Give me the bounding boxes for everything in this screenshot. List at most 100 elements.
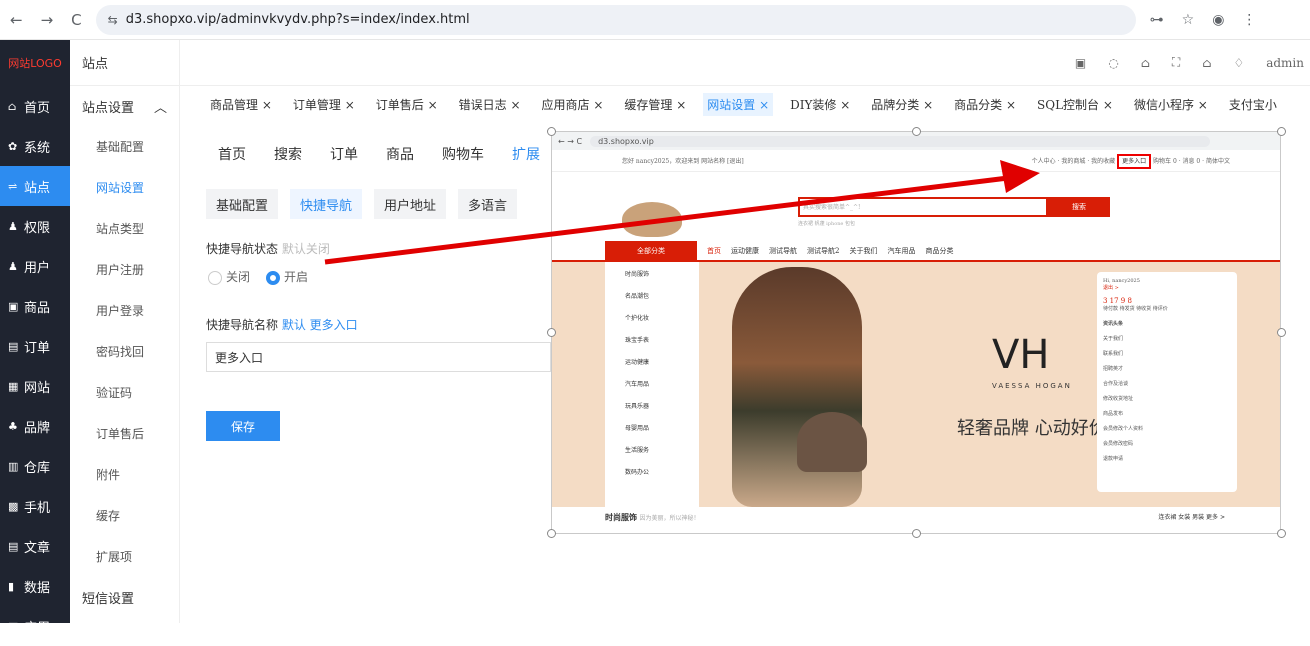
content-tab[interactable]: 订单 — [330, 144, 358, 174]
status-radio-group: 关闭 开启 — [208, 268, 308, 285]
sidebar-item[interactable]: ♣ 品牌 — [0, 406, 70, 446]
subnav-item[interactable]: 基础配置 — [70, 126, 179, 167]
resize-handle[interactable] — [912, 127, 921, 136]
subnav-group-sms[interactable]: 短信设置 — [70, 577, 179, 617]
content-tab[interactable]: 搜索 — [274, 144, 302, 174]
gear-icon: ✿ — [8, 139, 18, 153]
page-tab[interactable]: 微信小程序 × — [1130, 93, 1212, 116]
theme-icon[interactable]: ◌ — [1108, 56, 1118, 70]
subnav-item[interactable]: 网站设置 — [70, 167, 179, 208]
page-tab[interactable]: DIY装修 × — [786, 93, 854, 116]
shot-floor-header: 时尚服饰 因为美丽，所以神秘！ 连衣裙 女装 男装 更多 > — [605, 512, 1225, 522]
language-icon[interactable]: ▣ — [1075, 56, 1086, 70]
sidebar-item[interactable]: ⇌ 站点 — [0, 166, 70, 206]
radio-off[interactable]: 关闭 — [208, 268, 250, 285]
sidebar-item[interactable]: ▦ 网站 — [0, 366, 70, 406]
shop-mascot-logo — [622, 202, 682, 237]
sidebar-item-label: 应用 — [24, 620, 51, 636]
chart-icon: ▮ — [8, 579, 15, 593]
content-tab[interactable]: 扩展 — [512, 144, 540, 174]
home-icon[interactable]: ⌂ — [1202, 56, 1211, 70]
subnav-item[interactable]: 扩展项 — [70, 536, 179, 577]
content-tab[interactable]: 购物车 — [442, 144, 484, 174]
page-tab[interactable]: 网站设置 × — [703, 92, 774, 116]
admin-user[interactable]: admin — [1266, 56, 1304, 70]
subnav-item[interactable]: 用户登录 — [70, 290, 179, 331]
page-tab[interactable]: 订单售后 × — [372, 93, 442, 116]
sidebar-item-label: 仓库 — [24, 460, 51, 476]
config-subtab[interactable]: 多语言 — [458, 189, 518, 219]
shot-category-item: 珠宝手表 — [625, 336, 650, 344]
shot-news-item: 联系我们 — [1103, 351, 1124, 357]
resize-handle[interactable] — [547, 328, 556, 337]
fullscreen-icon[interactable]: ⛶ — [1172, 55, 1180, 70]
shot-nav-bar: 全部分类 首页 运动健康 测试导航 测试导航2 关于我们 汽车用品 商品分类 — [552, 241, 1280, 262]
radio-on[interactable]: 开启 — [266, 268, 308, 285]
page-tab[interactable]: 品牌分类 × — [867, 93, 937, 116]
config-subtab[interactable]: 快捷导航 — [290, 189, 363, 219]
nav-name-input[interactable]: 更多入口 — [206, 342, 551, 372]
resize-handle[interactable] — [1277, 529, 1286, 538]
resize-handle[interactable] — [912, 529, 921, 538]
main-sidebar: 网站LOGO ⌂ 首页 ✿ 系统 ⇌ 站点 ♟ 权限 ♟ 用户 ▣ 商品 ▤ 订单 ▦ 网站 ♣ 品牌 ▥ 仓库 ▩ 手机… — [0, 40, 70, 636]
save-button[interactable]: 保存 — [206, 411, 280, 441]
sidebar-item[interactable]: ▩ 手机 — [0, 486, 70, 526]
reload-icon[interactable]: C — [71, 11, 81, 29]
page-tab[interactable]: 错误日志 × — [455, 93, 525, 116]
content-tab[interactable]: 首页 — [218, 144, 246, 174]
resize-handle[interactable] — [1277, 127, 1286, 136]
subnav-item[interactable]: 附件 — [70, 454, 179, 495]
sidebar-item[interactable]: ▦ 应用 — [0, 606, 70, 646]
page-tab[interactable]: 商品分类 × — [950, 93, 1020, 116]
subnav-item[interactable]: 验证码 — [70, 372, 179, 413]
site-logo: 网站LOGO — [8, 57, 62, 70]
forward-icon[interactable]: → — [41, 11, 54, 29]
back-icon[interactable]: ← — [10, 11, 23, 29]
subnav-group-site-settings[interactable]: 站点设置 ︿ — [70, 86, 179, 126]
shot-news-item: 招聘英才 — [1103, 366, 1124, 372]
pasted-shop-screenshot[interactable]: ← → C d3.shopxo.vip 您好 nancy2025，欢迎来到 网站… — [551, 131, 1281, 534]
profile-icon[interactable]: ◉ — [1212, 12, 1224, 28]
sidebar-item-label: 数据 — [24, 580, 51, 596]
resize-handle[interactable] — [547, 529, 556, 538]
sidebar-item[interactable]: ▮ 数据 — [0, 566, 70, 606]
site-info-icon[interactable]: ⇆ — [108, 13, 118, 27]
sidebar-item[interactable]: ▤ 订单 — [0, 326, 70, 366]
resize-handle[interactable] — [547, 127, 556, 136]
sidebar-item[interactable]: ♟ 用户 — [0, 246, 70, 286]
password-key-icon[interactable]: ⊶ — [1150, 12, 1164, 28]
config-subtab[interactable]: 基础配置 — [206, 189, 279, 219]
subnav-item[interactable]: 站点类型 — [70, 208, 179, 249]
subnav-item[interactable]: 缓存 — [70, 495, 179, 536]
sidebar-item[interactable]: ⌂ 首页 — [0, 86, 70, 126]
config-subtab[interactable]: 用户地址 — [374, 189, 447, 219]
warehouse-icon: ▥ — [8, 459, 19, 473]
page-tab[interactable]: 缓存管理 × — [620, 93, 690, 116]
name-label-row: 快捷导航名称 默认 更多入口 — [206, 318, 358, 332]
bell-icon[interactable]: ♢ — [1233, 56, 1244, 70]
page-tab[interactable]: 商品管理 × — [206, 93, 276, 116]
content-tab[interactable]: 商品 — [386, 144, 414, 174]
banner-brand: VH — [992, 332, 1050, 378]
shop-icon[interactable]: ⌂ — [1141, 56, 1150, 70]
sidebar-item[interactable]: ✿ 系统 — [0, 126, 70, 166]
shot-news-item: 退款申请 — [1103, 456, 1124, 462]
sidebar-item[interactable]: ▥ 仓库 — [0, 446, 70, 486]
address-bar[interactable]: ⇆ d3.shopxo.vip/adminvkvydv.php?s=index/… — [95, 4, 1136, 35]
page-tab[interactable]: 应用商店 × — [538, 93, 608, 116]
page-tab[interactable]: 订单管理 × — [289, 93, 359, 116]
sidebar-item[interactable]: ▤ 文章 — [0, 526, 70, 566]
page-tab[interactable]: SQL控制台 × — [1033, 93, 1117, 116]
shot-category-item: 母婴用品 — [625, 424, 650, 432]
resize-handle[interactable] — [1277, 328, 1286, 337]
menu-dots-icon[interactable]: ⋮ — [1242, 12, 1256, 28]
subnav-item[interactable]: 密码找回 — [70, 331, 179, 372]
site-icon: ⇌ — [8, 179, 18, 193]
sidebar-item[interactable]: ♟ 权限 — [0, 206, 70, 246]
bookmark-star-icon[interactable]: ☆ — [1182, 12, 1195, 28]
page-tab[interactable]: 支付宝小 — [1225, 93, 1281, 116]
subnav-item[interactable]: 订单售后 — [70, 413, 179, 454]
status-default-hint: 默认关闭 — [281, 242, 330, 256]
subnav-item[interactable]: 用户注册 — [70, 249, 179, 290]
sidebar-item[interactable]: ▣ 商品 — [0, 286, 70, 326]
